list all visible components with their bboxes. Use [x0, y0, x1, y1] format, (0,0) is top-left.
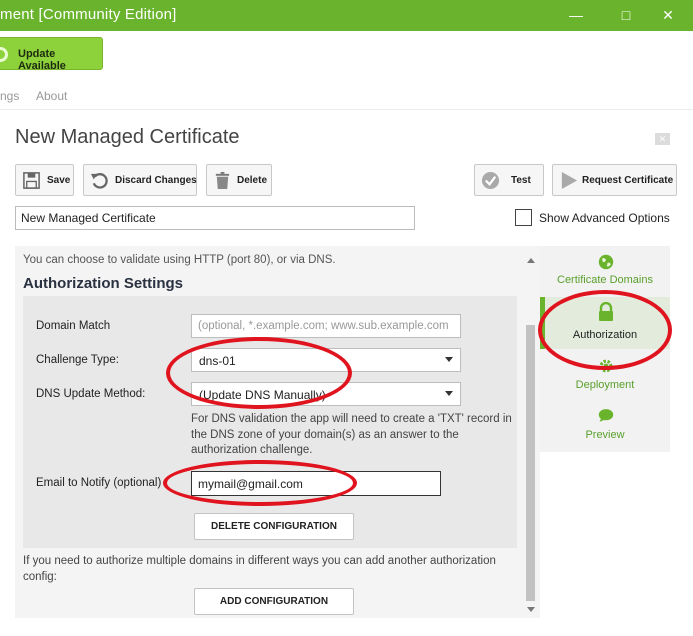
undo-icon: [90, 173, 108, 189]
dns-update-method-select[interactable]: (Update DNS Manually): [191, 382, 461, 406]
authorization-settings-title: Authorization Settings: [23, 275, 183, 292]
save-icon: [23, 172, 40, 189]
update-available-label: Update Available: [18, 48, 66, 72]
show-advanced-label: Show Advanced Options: [539, 211, 670, 225]
chevron-down-icon: [445, 357, 453, 362]
dns-update-method-label: DNS Update Method:: [36, 388, 146, 400]
scrollbar-thumb[interactable]: [526, 325, 535, 601]
check-circle-icon: [481, 171, 500, 190]
challenge-type-select[interactable]: dns-01: [191, 348, 461, 372]
gear-icon: [599, 359, 613, 373]
email-notify-label: Email to Notify (optional): [36, 477, 162, 489]
menu-divider: [0, 109, 693, 110]
nav-deployment-label: Deployment: [575, 379, 635, 391]
multiple-domains-note: If you need to authorize multiple domain…: [23, 555, 496, 583]
domain-match-label: Domain Match: [36, 320, 111, 332]
discard-changes-button[interactable]: Discard Changes: [83, 164, 197, 196]
delete-label: Delete: [237, 175, 268, 186]
nav-authorization[interactable]: Authorization: [540, 302, 670, 342]
nav-certificate-domains[interactable]: Certificate Domains: [540, 252, 670, 292]
test-button[interactable]: Test: [474, 164, 544, 196]
save-label: Save: [47, 175, 71, 186]
domain-match-input[interactable]: [191, 314, 461, 338]
challenge-type-value: dns-01: [199, 354, 236, 368]
title-bar: ment [Community Edition] — □ ✕: [0, 0, 693, 31]
challenge-type-label: Challenge Type:: [36, 354, 119, 366]
close-pane-icon[interactable]: ✕: [655, 133, 670, 145]
update-available-button[interactable]: Update Available: [0, 37, 103, 72]
request-certificate-button[interactable]: Request Certificate: [552, 164, 677, 196]
globe-icon: [598, 254, 614, 270]
scroll-down-icon[interactable]: [527, 607, 535, 612]
lock-icon: [599, 302, 613, 321]
certificate-name-input[interactable]: [15, 206, 415, 230]
close-window-button[interactable]: ✕: [645, 0, 691, 31]
discard-changes-label: Discard Changes: [115, 175, 197, 186]
menu-item-settings[interactable]: ngs: [0, 89, 19, 103]
refresh-icon: [0, 47, 8, 62]
dns-help-text: For DNS validation the app will need to …: [191, 413, 512, 456]
test-label: Test: [511, 175, 531, 186]
save-button[interactable]: Save: [15, 164, 74, 196]
play-icon: [561, 171, 578, 190]
nav-authorization-label: Authorization: [572, 329, 638, 341]
menu-item-about[interactable]: About: [36, 89, 67, 103]
add-configuration-button[interactable]: ADD CONFIGURATION: [194, 588, 354, 615]
page-title: New Managed Certificate: [15, 126, 240, 148]
trash-icon: [215, 171, 230, 190]
chevron-down-icon: [445, 391, 453, 396]
nav-certificate-domains-label: Certificate Domains: [557, 274, 653, 286]
speech-bubble-icon: [598, 409, 614, 422]
email-notify-input[interactable]: [191, 471, 441, 496]
dns-update-method-value: (Update DNS Manually): [199, 388, 326, 402]
nav-preview-label: Preview: [585, 429, 625, 441]
scroll-up-icon[interactable]: [527, 258, 535, 263]
delete-button[interactable]: Delete: [206, 164, 272, 196]
request-certificate-label: Request Certificate: [582, 175, 674, 186]
window-title: ment [Community Edition]: [0, 6, 177, 23]
validation-intro-text: You can choose to validate using HTTP (p…: [23, 254, 336, 266]
content-scrollbar[interactable]: [522, 255, 538, 617]
minimize-button[interactable]: —: [553, 0, 599, 31]
maximize-button[interactable]: □: [603, 0, 649, 31]
nav-deployment[interactable]: Deployment: [540, 357, 670, 395]
nav-preview[interactable]: Preview: [540, 407, 670, 445]
show-advanced-checkbox[interactable]: [515, 209, 532, 226]
delete-configuration-button[interactable]: DELETE CONFIGURATION: [194, 513, 354, 540]
